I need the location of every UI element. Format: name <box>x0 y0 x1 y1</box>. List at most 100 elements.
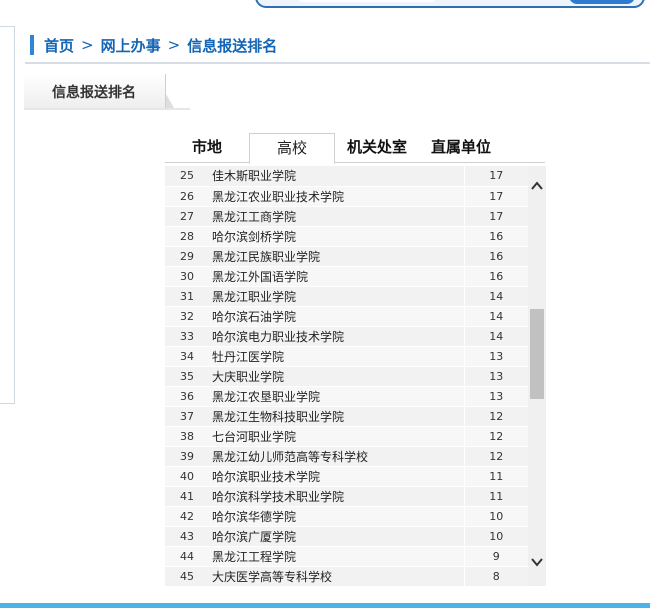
rank-cell: 39 <box>165 446 209 467</box>
table-row: 32 哈尔滨石油学院 14 <box>165 306 528 327</box>
rank-cell: 29 <box>165 246 209 267</box>
tab-city[interactable]: 市地 <box>165 133 249 163</box>
institution-name-cell: 黑龙江幼儿师范高等专科学校 <box>209 446 464 467</box>
table-row: 42 哈尔滨华德学院 10 <box>165 506 528 527</box>
institution-name-cell: 佳木斯职业学院 <box>209 166 464 187</box>
section-tab: 信息报送排名 <box>24 74 190 110</box>
rank-cell: 43 <box>165 526 209 547</box>
institution-name-cell: 黑龙江农业职业技术学院 <box>209 186 464 207</box>
breadcrumb-current-page[interactable]: 信息报送排名 <box>187 35 277 56</box>
page: 首页 > 网上办事 > 信息报送排名 信息报送排名 市地 高校 机关处室 直属单… <box>0 0 650 608</box>
tab-universities[interactable]: 高校 <box>249 133 335 164</box>
table-row: 26 黑龙江农业职业技术学院 17 <box>165 186 528 207</box>
rank-cell: 45 <box>165 566 209 586</box>
report-count-cell: 14 <box>463 326 528 347</box>
institution-name-cell: 哈尔滨职业技术学院 <box>209 466 464 487</box>
footer-accent-bar <box>0 603 650 608</box>
report-count-cell: 11 <box>463 486 528 507</box>
table-row: 30 黑龙江外国语学院 16 <box>165 266 528 287</box>
report-count-cell: 17 <box>463 206 528 227</box>
rank-cell: 34 <box>165 346 209 367</box>
tab-affiliated-units[interactable]: 直属单位 <box>419 133 503 163</box>
category-tabs: 市地 高校 机关处室 直属单位 <box>165 133 545 164</box>
institution-name-cell: 黑龙江农垦职业学院 <box>209 386 464 407</box>
breadcrumb-online-service-link[interactable]: 网上办事 <box>101 35 161 56</box>
report-count-cell: 10 <box>463 526 528 547</box>
rank-cell: 42 <box>165 506 209 527</box>
chevron-down-icon[interactable] <box>529 554 545 570</box>
rank-cell: 27 <box>165 206 209 227</box>
tab-agency-offices[interactable]: 机关处室 <box>335 133 419 163</box>
institution-name-cell: 哈尔滨广厦学院 <box>209 526 464 547</box>
table-row: 33 哈尔滨电力职业技术学院 14 <box>165 326 528 347</box>
rank-cell: 38 <box>165 426 209 447</box>
report-count-cell: 14 <box>463 286 528 307</box>
rank-cell: 28 <box>165 226 209 247</box>
rank-cell: 25 <box>165 166 209 187</box>
institution-name-cell: 大庆医学高等专科学校 <box>209 566 464 586</box>
institution-name-cell: 七台河职业学院 <box>209 426 464 447</box>
chevron-up-icon[interactable] <box>529 178 545 194</box>
rank-cell: 40 <box>165 466 209 487</box>
institution-name-cell: 哈尔滨华德学院 <box>209 506 464 527</box>
table-row: 28 哈尔滨剑桥学院 16 <box>165 226 528 247</box>
ranking-table-viewport: 25 佳木斯职业学院 17 26 黑龙江农业职业技术学院 17 27 黑龙江工商学院 17 28 哈… <box>165 166 546 586</box>
table-row: 31 黑龙江职业学院 14 <box>165 286 528 307</box>
report-count-cell: 10 <box>463 506 528 527</box>
institution-name-cell: 哈尔滨科学技术职业学院 <box>209 486 464 507</box>
table-row: 27 黑龙江工商学院 17 <box>165 206 528 227</box>
top-header-strip <box>0 0 650 12</box>
report-count-cell: 12 <box>463 446 528 467</box>
search-button[interactable] <box>569 0 635 4</box>
institution-name-cell: 牡丹江医学院 <box>209 346 464 367</box>
search-input[interactable] <box>297 0 437 2</box>
rank-cell: 30 <box>165 266 209 287</box>
table-row: 29 黑龙江民族职业学院 16 <box>165 246 528 267</box>
rank-cell: 41 <box>165 486 209 507</box>
ranking-table: 25 佳木斯职业学院 17 26 黑龙江农业职业技术学院 17 27 黑龙江工商学院 17 28 哈… <box>165 166 528 586</box>
institution-name-cell: 黑龙江工商学院 <box>209 206 464 227</box>
report-count-cell: 13 <box>463 386 528 407</box>
table-row: 39 黑龙江幼儿师范高等专科学校 12 <box>165 446 528 467</box>
table-row: 34 牡丹江医学院 13 <box>165 346 528 367</box>
institution-name-cell: 哈尔滨剑桥学院 <box>209 226 464 247</box>
table-row: 38 七台河职业学院 12 <box>165 426 528 447</box>
section-tab-underline <box>24 108 190 110</box>
breadcrumb-home-link[interactable]: 首页 <box>44 35 74 56</box>
scrollbar-thumb[interactable] <box>530 309 544 399</box>
report-count-cell: 8 <box>463 566 528 586</box>
report-count-cell: 17 <box>463 166 528 187</box>
institution-name-cell: 黑龙江工程学院 <box>209 546 464 567</box>
report-count-cell: 12 <box>463 426 528 447</box>
report-count-cell: 13 <box>463 346 528 367</box>
table-row: 45 大庆医学高等专科学校 8 <box>165 566 528 586</box>
rank-cell: 32 <box>165 306 209 327</box>
section-tab-body: 信息报送排名 <box>24 74 166 108</box>
table-scrollbar[interactable] <box>528 166 546 586</box>
table-row: 40 哈尔滨职业技术学院 11 <box>165 466 528 487</box>
report-count-cell: 17 <box>463 186 528 207</box>
rank-cell: 26 <box>165 186 209 207</box>
breadcrumb-accent-bar <box>30 35 34 55</box>
rank-cell: 31 <box>165 286 209 307</box>
breadcrumb-separator: > <box>167 36 181 54</box>
table-row: 44 黑龙江工程学院 9 <box>165 546 528 567</box>
table-row: 43 哈尔滨广厦学院 10 <box>165 526 528 547</box>
breadcrumb: 首页 > 网上办事 > 信息报送排名 <box>30 34 277 56</box>
table-row: 37 黑龙江生物科技职业学院 12 <box>165 406 528 427</box>
institution-name-cell: 哈尔滨石油学院 <box>209 306 464 327</box>
rank-cell: 33 <box>165 326 209 347</box>
report-count-cell: 12 <box>463 406 528 427</box>
rank-cell: 35 <box>165 366 209 387</box>
table-row: 35 大庆职业学院 13 <box>165 366 528 387</box>
table-row: 25 佳木斯职业学院 17 <box>165 166 528 187</box>
table-row: 36 黑龙江农垦职业学院 13 <box>165 386 528 407</box>
institution-name-cell: 黑龙江职业学院 <box>209 286 464 307</box>
report-count-cell: 13 <box>463 366 528 387</box>
report-count-cell: 16 <box>463 246 528 267</box>
institution-name-cell: 大庆职业学院 <box>209 366 464 387</box>
report-count-cell: 11 <box>463 466 528 487</box>
rank-cell: 36 <box>165 386 209 407</box>
left-sidebar-panel <box>0 26 15 404</box>
institution-name-cell: 黑龙江外国语学院 <box>209 266 464 287</box>
